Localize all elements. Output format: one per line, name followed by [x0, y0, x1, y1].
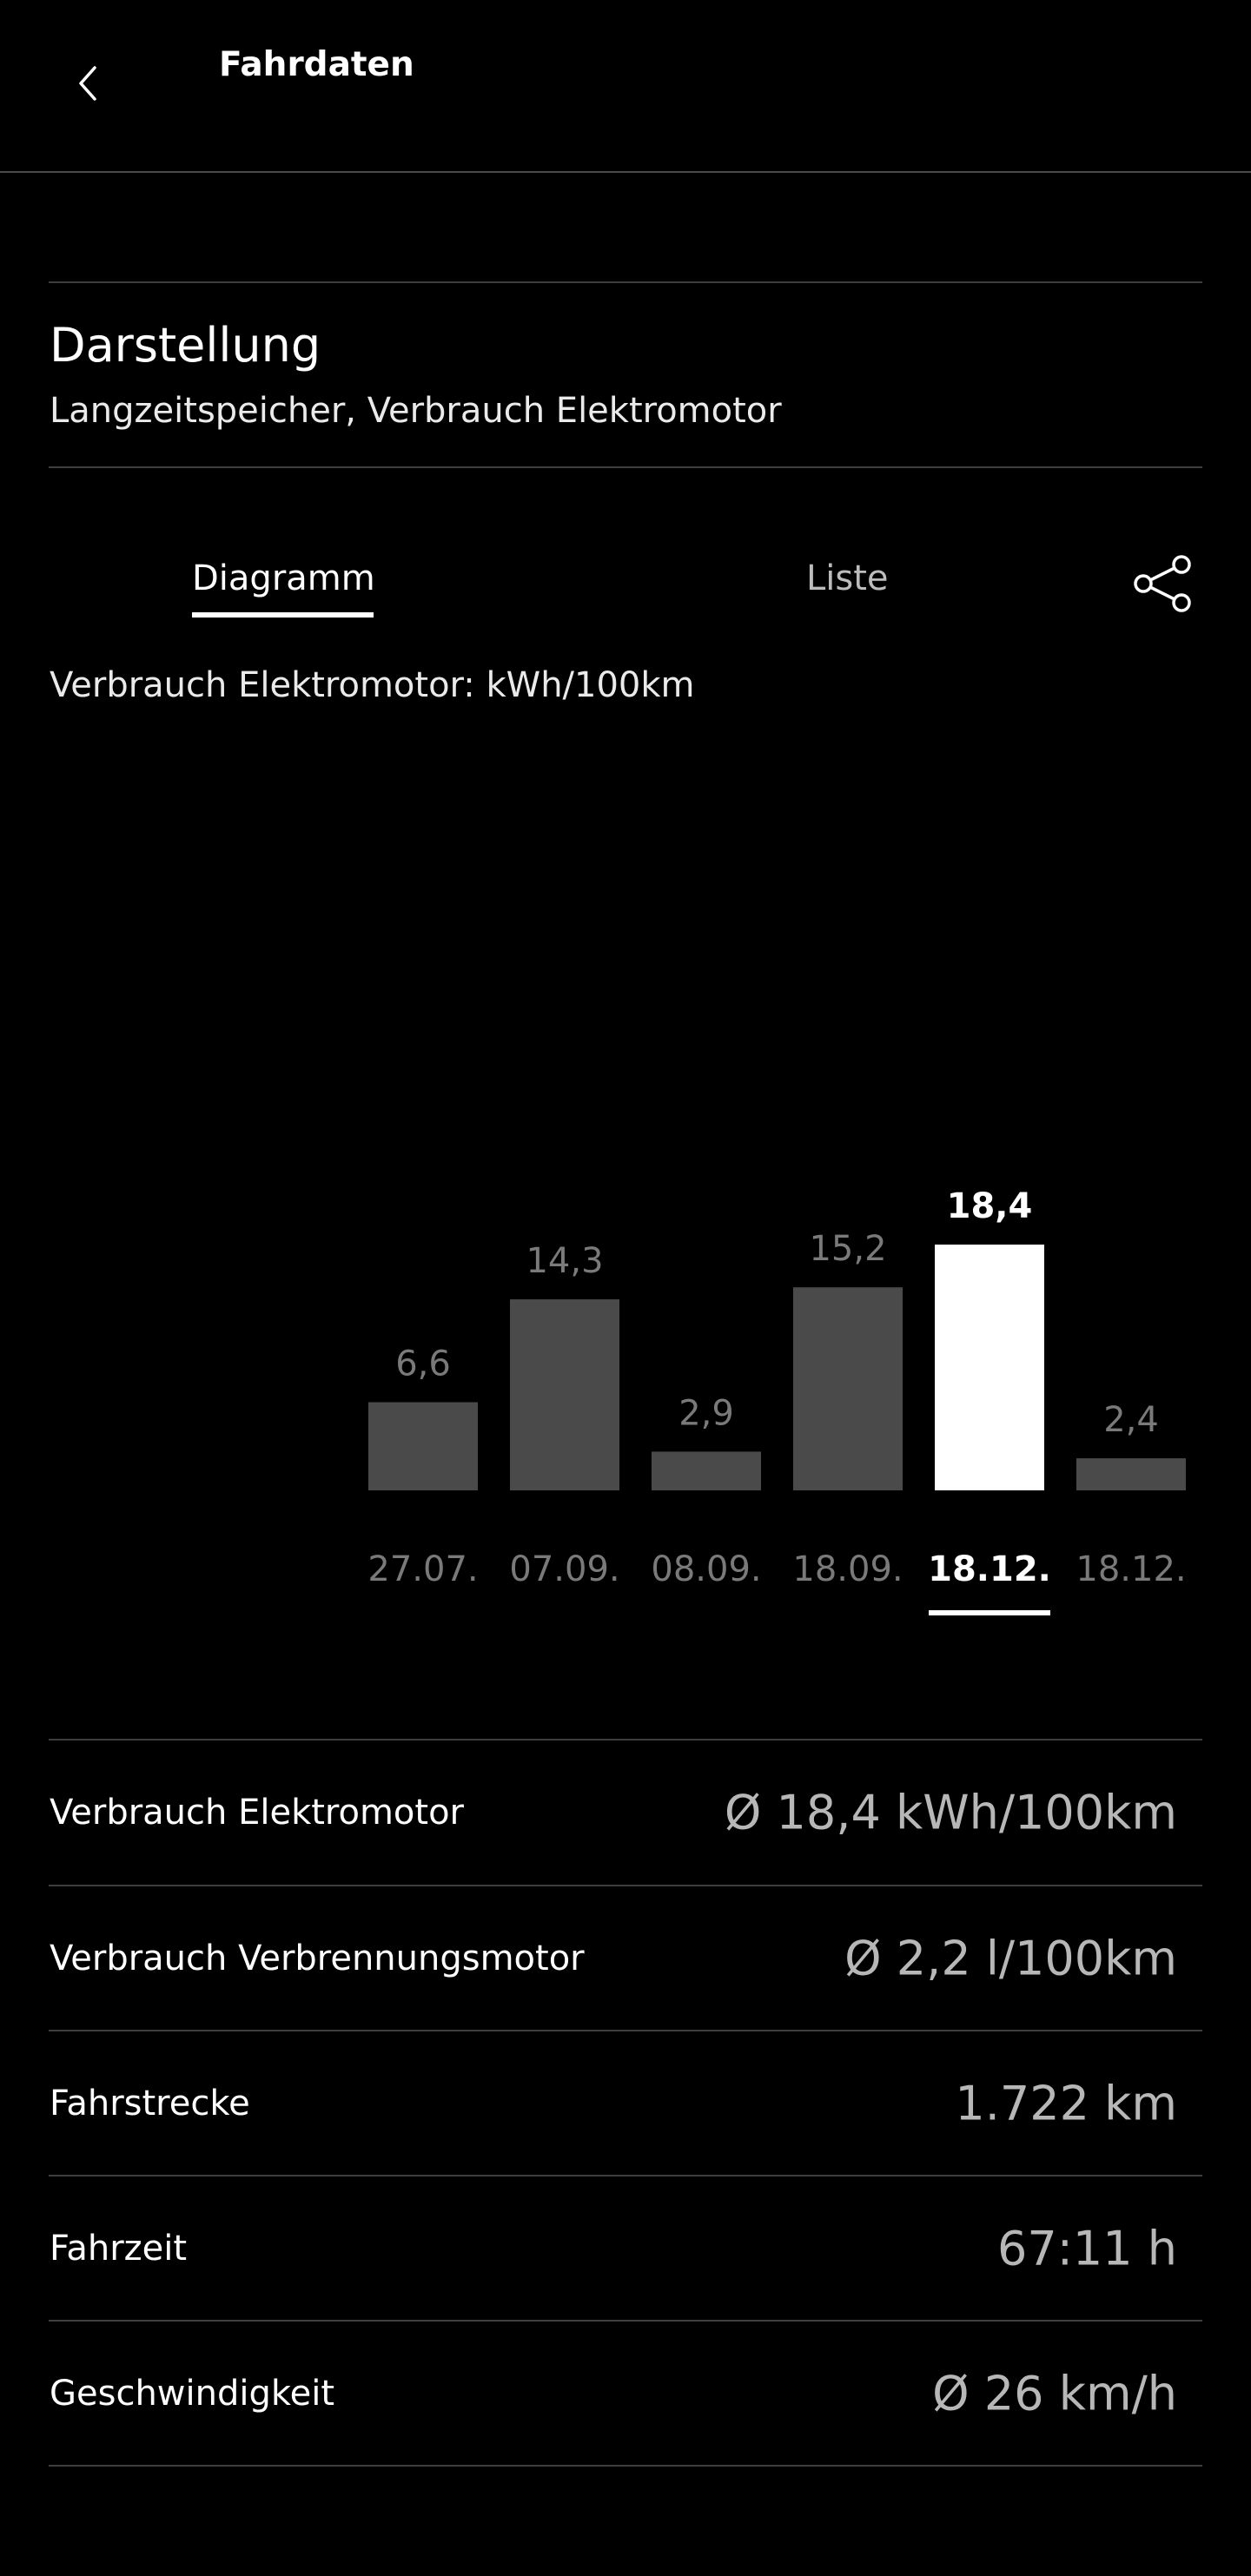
- chart-selected-indicator: [929, 1610, 1050, 1615]
- chart-value-label: 14,3: [526, 1241, 603, 1281]
- chart-bar[interactable]: [652, 1451, 761, 1490]
- stat-value: Ø 2,2 l/100km: [844, 1931, 1177, 1986]
- stat-value: 1.722 km: [955, 2076, 1177, 2131]
- chart-value-label: 15,2: [809, 1229, 886, 1269]
- chart-tick-label[interactable]: 08.09.: [651, 1549, 761, 1589]
- stat-label: Geschwindigkeit: [50, 2374, 335, 2414]
- chart-value-label: 18,4: [947, 1186, 1033, 1226]
- chart-bar[interactable]: [793, 1287, 903, 1490]
- consumption-bar-chart: 6,6 27.07. 14,3 07.09. 2,9 08.09. 15,2 18.09. 18…: [0, 0, 1251, 1633]
- chart-svg: 6,6 27.07. 14,3 07.09. 2,9 08.09. 15,2 18.09. 18…: [367, 1186, 1187, 1615]
- chart-value-label: 2,4: [1103, 1400, 1159, 1440]
- chart-bar[interactable]: [368, 1402, 478, 1490]
- divider: [49, 2465, 1202, 2467]
- chart-bar-selected[interactable]: [935, 1245, 1044, 1490]
- chart-tick-label[interactable]: 18.09.: [792, 1549, 903, 1589]
- chart-bar[interactable]: [510, 1299, 619, 1490]
- chart-tick-label[interactable]: 07.09.: [509, 1549, 619, 1589]
- chart-tick-label[interactable]: 18.12.: [928, 1549, 1051, 1589]
- stat-row-verbrennungsmotor: Verbrauch Verbrennungsmotor Ø 2,2 l/100k…: [50, 1886, 1202, 2031]
- stat-value: Ø 26 km/h: [932, 2366, 1177, 2421]
- stat-row-geschwindigkeit: Geschwindigkeit Ø 26 km/h: [50, 2322, 1202, 2466]
- stat-value: Ø 18,4 kWh/100km: [724, 1785, 1177, 1840]
- stat-row-fahrzeit: Fahrzeit 67:11 h: [50, 2176, 1202, 2321]
- stat-row-fahrstrecke: Fahrstrecke 1.722 km: [50, 2031, 1202, 2176]
- stat-label: Verbrauch Verbrennungsmotor: [50, 1939, 585, 1978]
- stat-label: Fahrstrecke: [50, 2084, 250, 2124]
- stat-label: Fahrzeit: [50, 2229, 188, 2269]
- stat-value: 67:11 h: [996, 2221, 1177, 2276]
- chart-bar[interactable]: [1076, 1458, 1186, 1490]
- chart-tick-label[interactable]: 27.07.: [367, 1549, 478, 1589]
- stat-row-elektromotor: Verbrauch Elektromotor Ø 18,4 kWh/100km: [50, 1740, 1202, 1885]
- chart-value-label: 6,6: [395, 1344, 451, 1384]
- chart-tick-label[interactable]: 18.12.: [1076, 1549, 1186, 1589]
- chart-value-label: 2,9: [678, 1393, 734, 1433]
- screen: Fahrdaten Darstellung Langzeitspeicher, …: [0, 0, 1251, 2576]
- stat-label: Verbrauch Elektromotor: [50, 1793, 464, 1833]
